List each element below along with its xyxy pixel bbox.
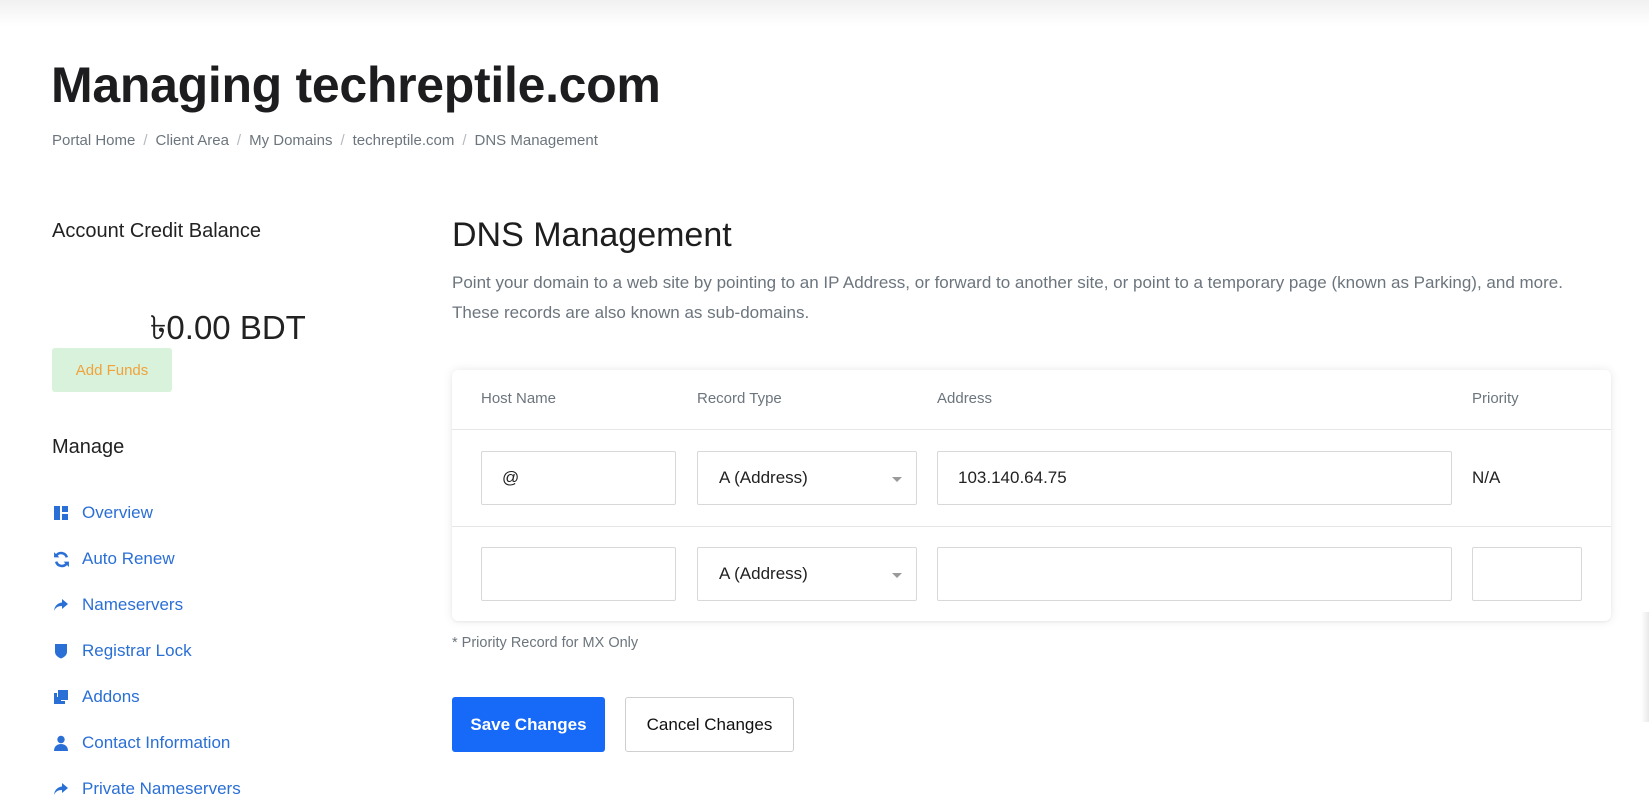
credit-balance-amount: ৳0.00 BDT [150,309,306,346]
record-type-select[interactable]: A (Address) [697,451,917,505]
breadcrumb-current: DNS Management [474,132,598,149]
sidebar-item-label: Registrar Lock [82,641,192,660]
priority-value: N/A [1472,468,1501,487]
top-shadow [0,0,1649,26]
shield-icon [52,642,70,660]
sidebar-item-auto-renew[interactable]: Auto Renew [52,536,241,582]
address-input[interactable] [937,547,1452,601]
share-arrow-icon [52,596,70,614]
priority-note: * Priority Record for MX Only [452,635,639,651]
section-description: Point your domain to a web site by point… [452,273,1563,322]
scrollbar-edge[interactable] [1641,612,1649,722]
breadcrumb-separator: / [340,132,345,149]
cancel-changes-button[interactable]: Cancel Changes [625,697,794,752]
row-divider [452,526,1611,527]
breadcrumb-client-area[interactable]: Client Area [156,132,229,149]
page-title: Managing techreptile.com [51,57,661,113]
sidebar-item-addons[interactable]: Addons [52,674,241,720]
sync-icon [52,550,70,568]
column-header-type: Record Type [697,390,782,407]
sidebar-item-overview[interactable]: Overview [52,490,241,536]
addons-icon [52,688,70,706]
share-arrow-icon [52,780,70,798]
breadcrumb: Portal Home / Client Area / My Domains /… [52,132,598,149]
section-title: DNS Management [452,216,732,254]
column-header-priority: Priority [1472,390,1519,407]
priority-input[interactable] [1472,547,1582,601]
credit-balance-heading: Account Credit Balance [52,220,262,242]
dashboard-icon [52,504,70,522]
breadcrumb-separator: / [143,132,148,149]
sidebar-item-private-nameservers[interactable]: Private Nameservers [52,766,241,812]
record-type-value: A (Address) [719,564,808,583]
sidebar-item-label: Private Nameservers [82,779,241,798]
sidebar-item-label: Nameservers [82,595,184,614]
sidebar-item-nameservers[interactable]: Nameservers [52,582,241,628]
sidebar-item-label: Overview [82,503,153,522]
breadcrumb-portal-home[interactable]: Portal Home [52,132,135,149]
host-name-input[interactable] [481,451,676,505]
manage-menu: Overview Auto Renew Nameservers Registra… [52,490,241,812]
breadcrumb-separator: / [236,132,242,149]
manage-heading: Manage [52,436,125,458]
chevron-down-icon [892,477,902,482]
column-header-host: Host Name [481,390,557,407]
row-divider [452,429,1611,430]
sidebar-item-label: Contact Information [82,733,231,752]
address-input[interactable] [937,451,1452,505]
sidebar-item-label: Addons [82,687,140,706]
breadcrumb-domain[interactable]: techreptile.com [353,132,455,149]
record-type-select[interactable]: A (Address) [697,547,917,601]
sidebar-item-contact-information[interactable]: Contact Information [52,720,241,766]
add-funds-button[interactable]: Add Funds [52,348,172,392]
user-icon [52,734,70,752]
breadcrumb-my-domains[interactable]: My Domains [249,132,332,149]
sidebar-item-label: Auto Renew [82,549,175,568]
save-changes-button[interactable]: Save Changes [452,697,605,752]
sidebar-item-registrar-lock[interactable]: Registrar Lock [52,628,241,674]
dns-records-table: Host Name Record Type Address Priority A… [452,370,1611,621]
record-type-value: A (Address) [719,468,808,487]
breadcrumb-separator: / [462,132,467,149]
chevron-down-icon [892,573,902,578]
column-header-address: Address [937,390,993,407]
host-name-input[interactable] [481,547,676,601]
